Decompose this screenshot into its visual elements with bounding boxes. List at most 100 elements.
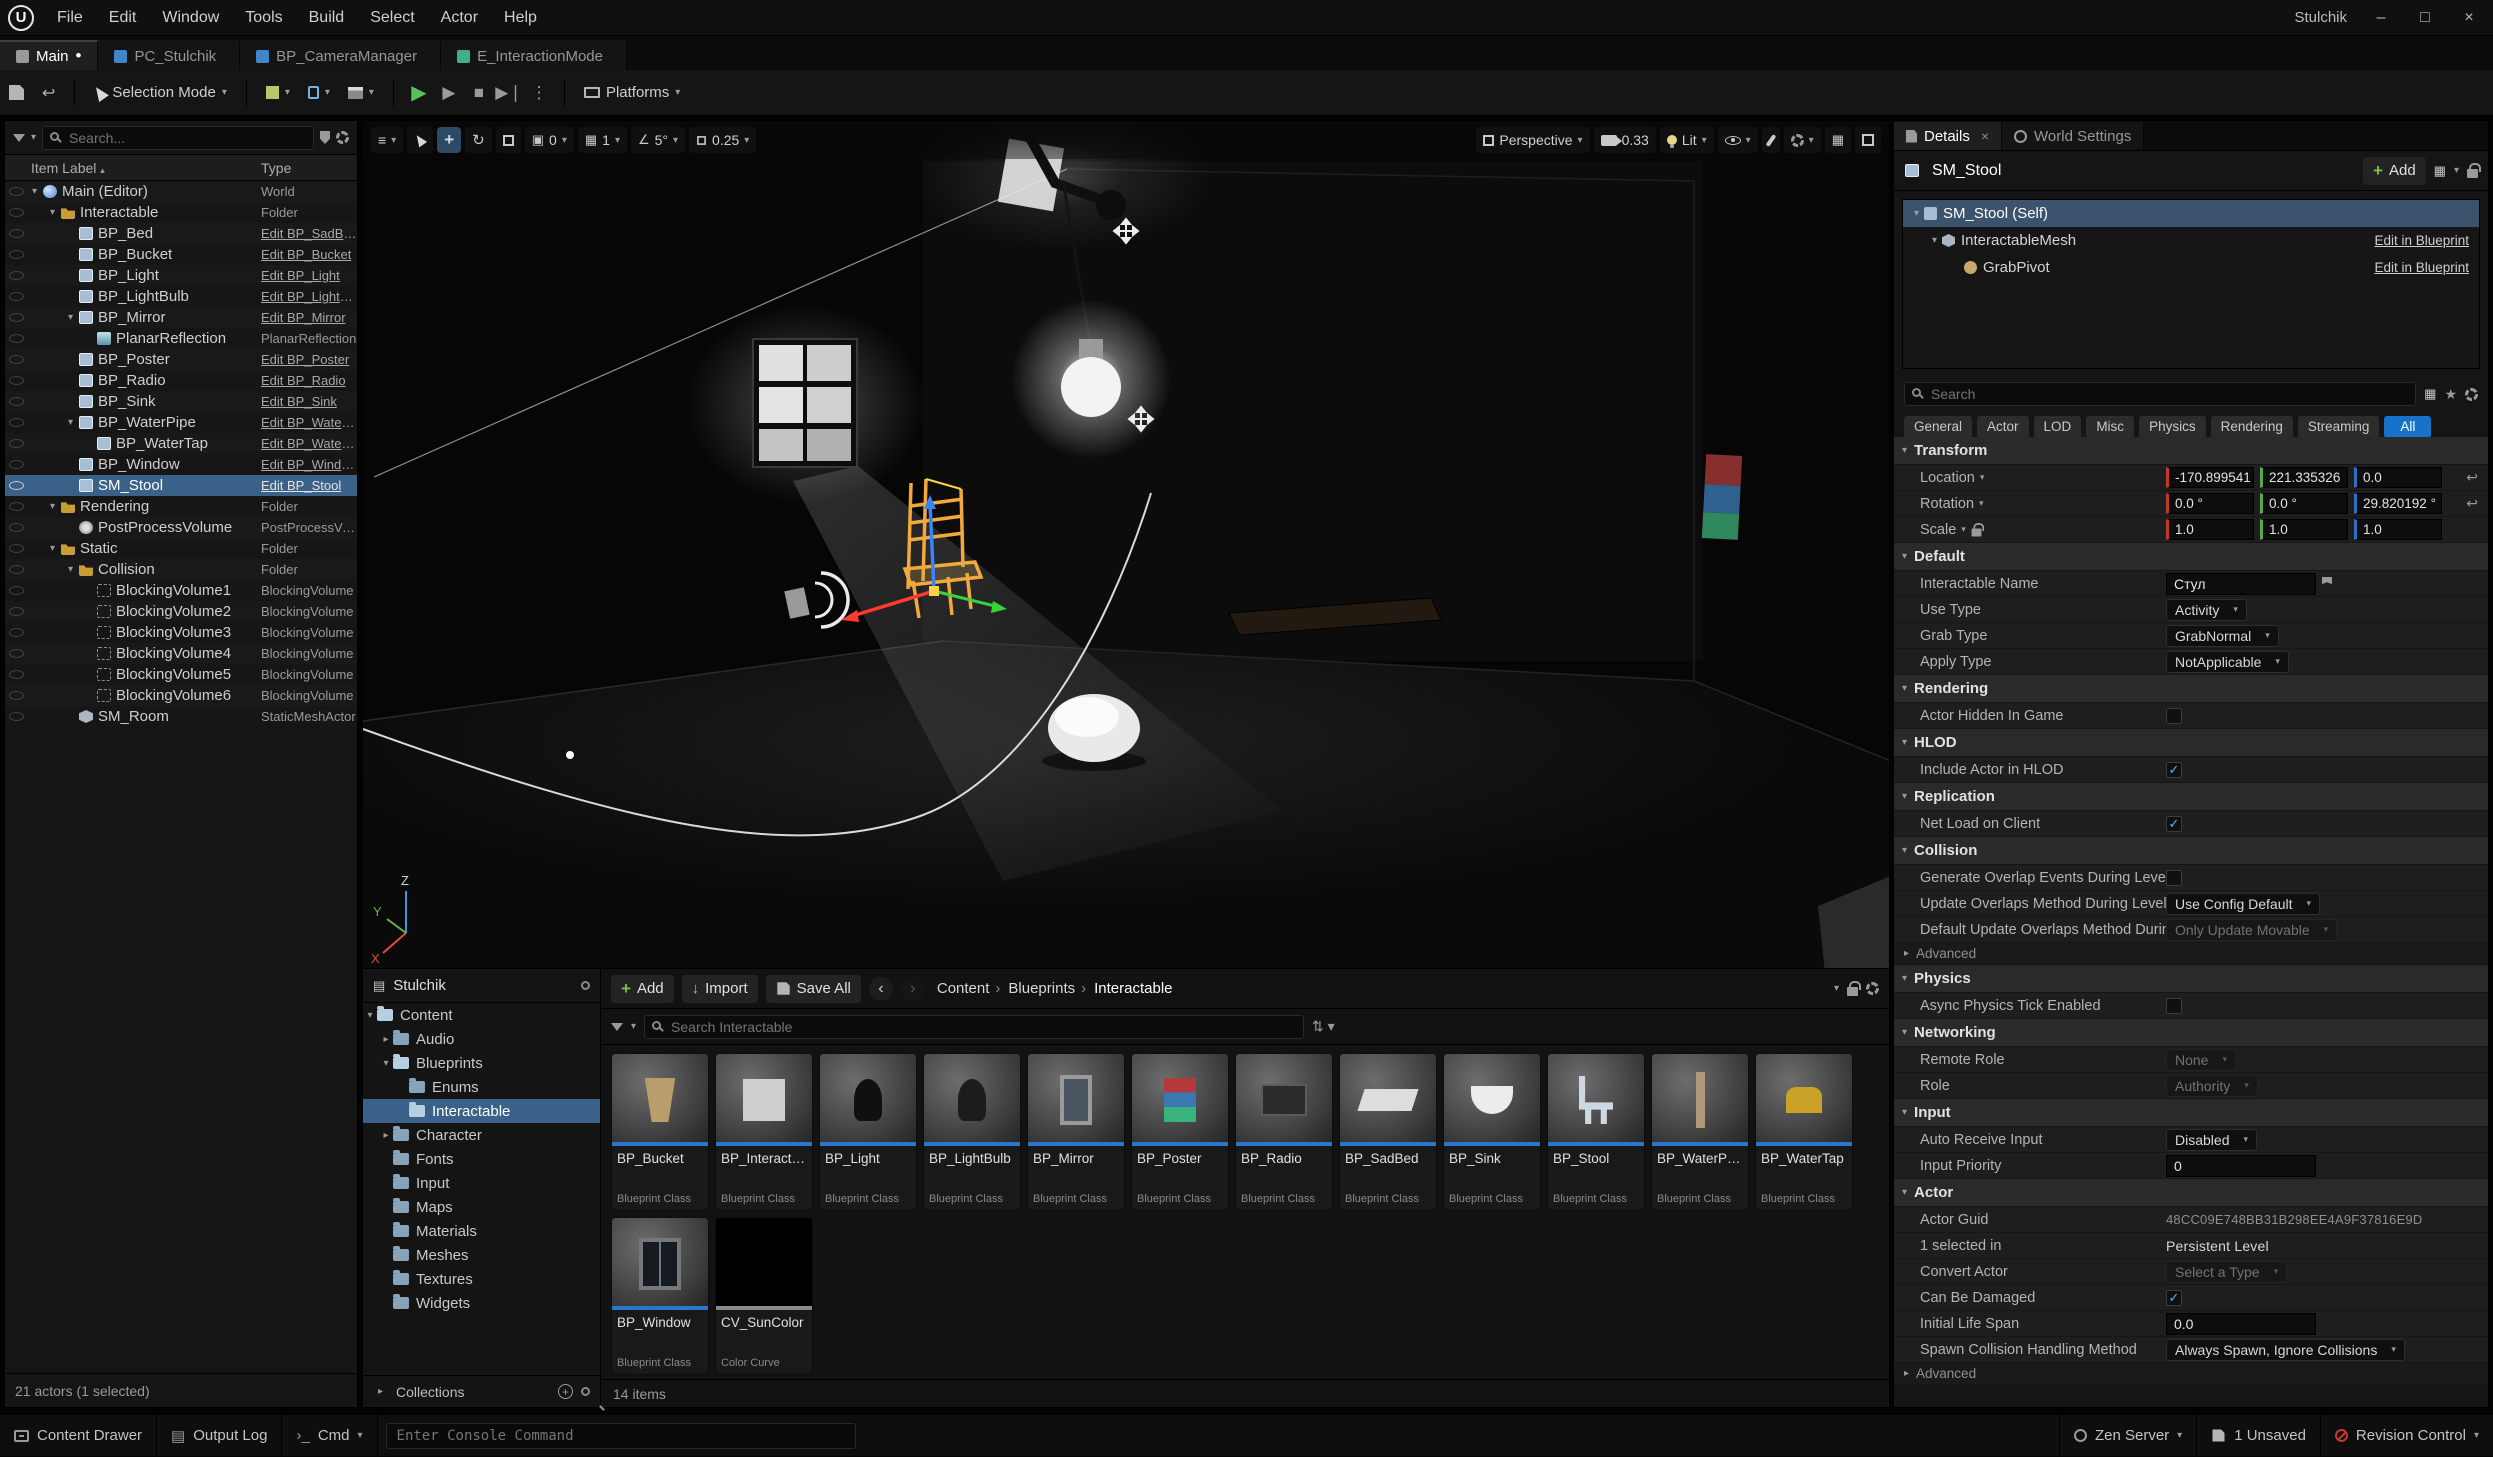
add-component-button[interactable]: +Add bbox=[2363, 157, 2426, 185]
location-x-field[interactable]: -170.899541 bbox=[2166, 467, 2254, 488]
expander-arrow[interactable]: ▾ bbox=[63, 417, 78, 428]
actor-advanced-expander[interactable]: ▸Advanced bbox=[1894, 1363, 2488, 1385]
outliner-row[interactable]: BlockingVolume6 BlockingVolume bbox=[5, 685, 357, 706]
add-collection-icon[interactable]: + bbox=[558, 1384, 573, 1399]
section-input[interactable]: ▾Input bbox=[1894, 1099, 2488, 1127]
location-axes-dropdown[interactable]: Location▾ bbox=[1920, 470, 2166, 486]
visibility-eye-icon[interactable] bbox=[5, 502, 27, 511]
camera-speed-button[interactable]: 0.33 bbox=[1594, 127, 1656, 153]
expander-arrow[interactable]: ▸ bbox=[379, 1130, 393, 1141]
outliner-row[interactable]: BP_Bed Edit BP_SadBed bbox=[5, 223, 357, 244]
poster-actor[interactable] bbox=[1702, 454, 1742, 540]
details-filter-chip[interactable]: LOD bbox=[2034, 416, 2082, 438]
cmd-dropdown[interactable]: ›_Cmd▾ bbox=[282, 1415, 377, 1457]
row-type-link[interactable]: Edit BP_Poster bbox=[261, 352, 357, 367]
chevron-down-icon[interactable]: ▾ bbox=[631, 1021, 636, 1032]
default-update-overlaps-dropdown[interactable]: Only Update Movable▾ bbox=[2166, 919, 2337, 941]
move-tool-button[interactable]: + bbox=[437, 127, 461, 153]
visibility-eye-icon[interactable] bbox=[5, 208, 27, 217]
expander-arrow[interactable]: ▾ bbox=[363, 1010, 377, 1021]
outliner-row[interactable]: BP_Bucket Edit BP_Bucket bbox=[5, 244, 357, 265]
menu-item[interactable]: Build bbox=[296, 0, 358, 36]
details-filter-chip[interactable]: Streaming bbox=[2298, 416, 2380, 438]
folder-tree-item[interactable]: ▸ Character bbox=[363, 1123, 600, 1147]
asset-tile[interactable]: BP_Window Blueprint Class bbox=[611, 1217, 709, 1375]
section-physics[interactable]: ▾Physics bbox=[1894, 965, 2488, 993]
play-options-kebab-icon[interactable]: ⋮ bbox=[524, 78, 554, 108]
grab-type-dropdown[interactable]: GrabNormal▾ bbox=[2166, 625, 2279, 647]
visibility-eye-icon[interactable] bbox=[5, 670, 27, 679]
reset-location-button[interactable]: ↩ bbox=[2466, 469, 2478, 486]
close-button[interactable]: × bbox=[2459, 9, 2479, 27]
select-tool-button[interactable] bbox=[407, 127, 433, 153]
row-type-link[interactable]: Edit BP_Bucket bbox=[261, 247, 357, 262]
location-y-field[interactable]: 221.335326 bbox=[2260, 467, 2348, 488]
editor-tab[interactable]: Main • bbox=[0, 40, 98, 70]
outliner-row[interactable]: ▾ Static Folder bbox=[5, 538, 357, 559]
folder-tree-item[interactable]: Input bbox=[363, 1171, 600, 1195]
expander-arrow[interactable]: ▾ bbox=[45, 501, 60, 512]
details-filter-chip[interactable]: Actor bbox=[1977, 416, 2029, 438]
back-button[interactable]: ‹ bbox=[869, 977, 893, 1001]
eject-button[interactable]: ▶❘ bbox=[494, 78, 524, 108]
row-type-link[interactable]: BlockingVolume bbox=[261, 604, 357, 619]
spline-point[interactable] bbox=[566, 751, 574, 759]
section-networking[interactable]: ▾Networking bbox=[1894, 1019, 2488, 1047]
outliner-row[interactable]: BP_Poster Edit BP_Poster bbox=[5, 349, 357, 370]
sort-options-icon[interactable]: ⇅ ▾ bbox=[1312, 1018, 1335, 1035]
checkbox-can-be-damaged[interactable] bbox=[2166, 1290, 2182, 1306]
visibility-eye-icon[interactable] bbox=[5, 565, 27, 574]
section-actor[interactable]: ▾Actor bbox=[1894, 1179, 2488, 1207]
unsaved-button[interactable]: 1 Unsaved bbox=[2197, 1415, 2321, 1457]
breadcrumb-item[interactable]: Blueprints bbox=[1004, 980, 1079, 997]
asset-tile[interactable]: BP_Sink Blueprint Class bbox=[1443, 1053, 1541, 1211]
outliner-row[interactable]: ▾ Collision Folder bbox=[5, 559, 357, 580]
outliner-row[interactable]: ▾ Interactable Folder bbox=[5, 202, 357, 223]
breadcrumb-item[interactable]: Interactable bbox=[1090, 980, 1176, 997]
checkbox-generate-overlap[interactable] bbox=[2166, 870, 2182, 886]
outliner-row[interactable]: SM_Room StaticMeshActor bbox=[5, 706, 357, 727]
visibility-eye-icon[interactable] bbox=[5, 292, 27, 301]
viewport-options-dropdown[interactable]: ≡ ▾ bbox=[371, 127, 403, 153]
folder-tree-item[interactable]: Enums bbox=[363, 1075, 600, 1099]
outliner-row[interactable]: BlockingVolume2 BlockingVolume bbox=[5, 601, 357, 622]
row-type-link[interactable]: BlockingVolume bbox=[261, 667, 357, 682]
menu-item[interactable]: Help bbox=[491, 0, 550, 36]
visibility-eye-icon[interactable] bbox=[5, 607, 27, 616]
location-z-field[interactable]: 0.0 bbox=[2354, 467, 2442, 488]
scale-x-field[interactable]: 1.0 bbox=[2166, 519, 2254, 540]
folder-tree-item[interactable]: ▾ Content bbox=[363, 1003, 600, 1027]
row-type-link[interactable]: Edit BP_Stool bbox=[261, 478, 357, 493]
row-type-link[interactable]: StaticMeshActor bbox=[261, 709, 357, 724]
filter-icon[interactable] bbox=[13, 134, 25, 142]
zen-server-dropdown[interactable]: Zen Server▾ bbox=[2059, 1415, 2197, 1457]
revision-control-dropdown[interactable]: Revision Control▾ bbox=[2321, 1415, 2493, 1457]
visibility-eye-icon[interactable] bbox=[5, 691, 27, 700]
row-type-link[interactable]: Folder bbox=[261, 541, 357, 556]
asset-tile[interactable]: BP_Poster Blueprint Class bbox=[1131, 1053, 1229, 1211]
visibility-eye-icon[interactable] bbox=[5, 523, 27, 532]
outliner-row[interactable]: BP_Radio Edit BP_Radio bbox=[5, 370, 357, 391]
pin-icon[interactable] bbox=[320, 131, 330, 144]
visibility-eye-icon[interactable] bbox=[5, 334, 27, 343]
scale-y-field[interactable]: 1.0 bbox=[2260, 519, 2348, 540]
editor-tab[interactable]: BP_CameraManager bbox=[240, 40, 441, 70]
edit-in-blueprint-link[interactable]: Edit in Blueprint bbox=[2374, 233, 2469, 248]
row-type-link[interactable]: Folder bbox=[261, 205, 357, 220]
visibility-eye-icon[interactable] bbox=[5, 397, 27, 406]
component-expander[interactable]: ▾ bbox=[1927, 235, 1942, 246]
expander-arrow[interactable]: ▾ bbox=[63, 564, 78, 575]
visibility-eye-icon[interactable] bbox=[5, 439, 27, 448]
visibility-eye-icon[interactable] bbox=[5, 271, 27, 280]
editor-mode-dropdown[interactable]: Selection Mode ▾ bbox=[85, 77, 235, 109]
expander-arrow[interactable]: ▸ bbox=[379, 1034, 393, 1045]
maximize-viewport-button[interactable] bbox=[1855, 127, 1881, 153]
breadcrumb-item[interactable]: Content bbox=[933, 980, 994, 997]
outliner-row[interactable]: ▾ Main (Editor) World bbox=[5, 181, 357, 202]
visibility-eye-icon[interactable] bbox=[5, 460, 27, 469]
asset-tile[interactable]: BP_WaterTap Blueprint Class bbox=[1755, 1053, 1853, 1211]
rotation-z-field[interactable]: 29.820192 ° bbox=[2354, 493, 2442, 514]
viewport-settings-button[interactable]: ▾ bbox=[1784, 127, 1821, 153]
section-default[interactable]: ▾Default bbox=[1894, 543, 2488, 571]
add-content-dropdown[interactable]: ▾ bbox=[257, 77, 299, 109]
